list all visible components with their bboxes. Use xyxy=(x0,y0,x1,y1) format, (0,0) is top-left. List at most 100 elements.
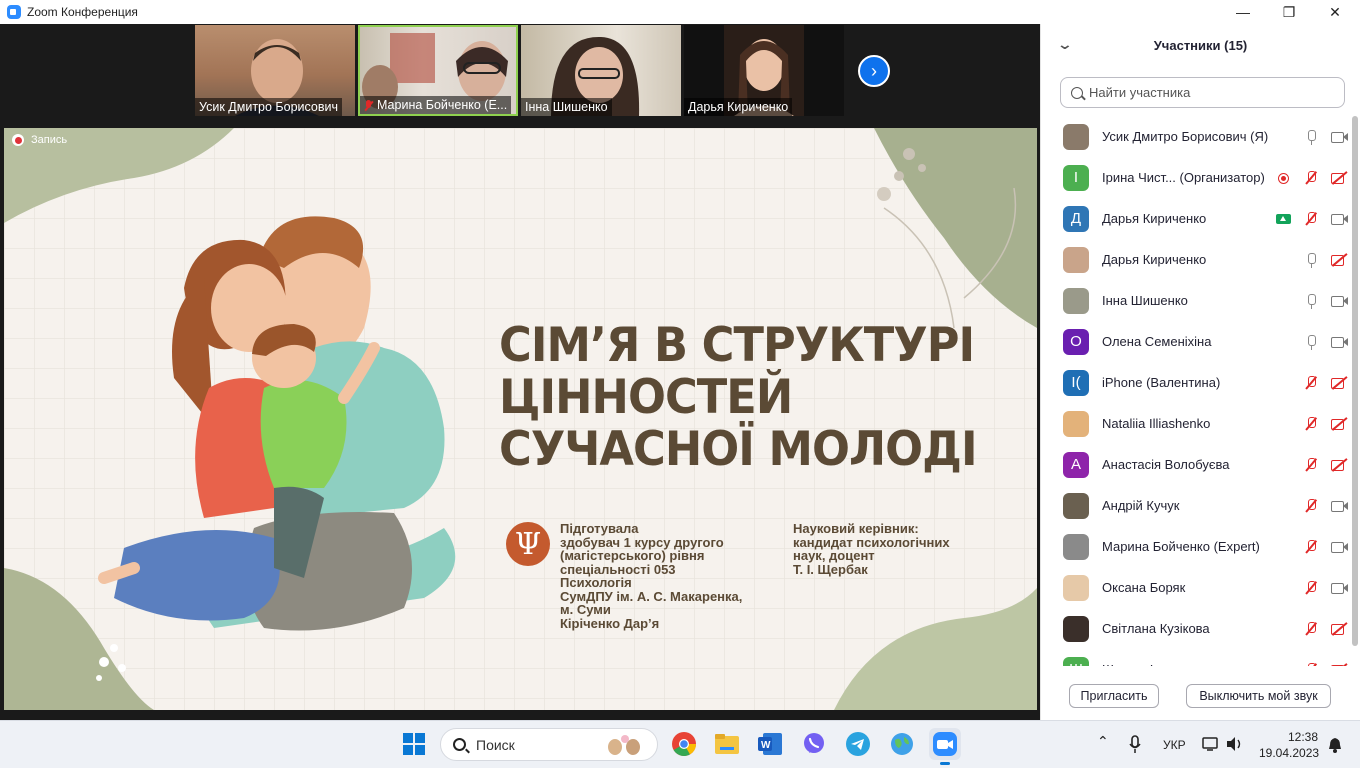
chrome-app[interactable] xyxy=(668,728,700,760)
participant-name: Марина Бойченко (Expert) xyxy=(1102,539,1260,554)
video-off-icon xyxy=(1327,455,1351,475)
tray-overflow-icon[interactable]: ⌃ xyxy=(1097,733,1109,750)
start-button[interactable] xyxy=(398,728,430,760)
slide-title-line: СІМ’Я В СТРУКТУРІ xyxy=(499,318,975,373)
close-button[interactable]: ✕ xyxy=(1312,0,1358,24)
participant-row[interactable]: Д Дарья Кириченко xyxy=(1041,198,1351,239)
participant-status xyxy=(1295,444,1351,485)
thumbnail-name-text: Марина Бойченко (Е... xyxy=(377,98,508,112)
participant-search[interactable] xyxy=(1060,77,1345,108)
participant-avatar: О xyxy=(1063,328,1089,355)
prepared-line: здобувач 1 курсу другого xyxy=(560,534,724,550)
participant-name: Дарья Кириченко xyxy=(1102,252,1207,267)
clock-date[interactable]: 19.04.2023 xyxy=(1259,746,1319,760)
video-icon xyxy=(1327,332,1351,352)
mic-icon xyxy=(1299,291,1323,311)
participant-row[interactable]: О Олена Семеніхіна xyxy=(1041,321,1351,362)
clock-time[interactable]: 12:38 xyxy=(1288,730,1318,744)
participant-search-input[interactable] xyxy=(1089,85,1329,100)
taskbar-search[interactable]: Поиск xyxy=(440,728,658,761)
participant-row[interactable]: Марина Бойченко (Expert) xyxy=(1041,526,1351,567)
video-off-icon xyxy=(1327,373,1351,393)
meeting-stage: Усик Дмитро Борисович Марина Бойченко (Е… xyxy=(0,24,1040,720)
participant-status xyxy=(1295,280,1351,321)
thumbnail-name-text: Інна Шишенко xyxy=(525,100,608,114)
mic-muted-icon xyxy=(1299,455,1323,475)
participant-name: Андрій Кучук xyxy=(1102,498,1180,513)
video-icon xyxy=(1327,209,1351,229)
participant-avatar xyxy=(1063,410,1089,437)
participant-row[interactable]: Дарья Кириченко xyxy=(1041,239,1351,280)
word-app[interactable]: W xyxy=(754,728,786,760)
participant-row[interactable]: Андрій Кучук xyxy=(1041,485,1351,526)
participant-name: Шульга Ілля xyxy=(1102,662,1176,666)
participant-avatar xyxy=(1063,492,1089,519)
participant-name: Ірина Чист... (Организатор) xyxy=(1102,170,1265,185)
participant-avatar: Ш xyxy=(1063,656,1089,666)
search-icon xyxy=(1071,86,1083,99)
participants-scrollbar[interactable] xyxy=(1352,116,1358,646)
mic-muted-icon xyxy=(1299,414,1323,434)
volume-icon[interactable] xyxy=(1226,736,1244,752)
minimize-button[interactable]: — xyxy=(1220,0,1266,24)
screen-share-icon xyxy=(1271,209,1295,229)
thumbnail-name: Марина Бойченко (Е... xyxy=(360,96,512,114)
recording-icon xyxy=(1271,168,1295,188)
slide-prepared-by: Підготувала здобувач 1 курсу другого (ма… xyxy=(560,522,742,630)
video-thumbnail-active[interactable]: Марина Бойченко (Е... xyxy=(358,25,518,116)
mute-self-button[interactable]: Выключить мой звук xyxy=(1186,684,1331,708)
maps-app[interactable] xyxy=(886,728,918,760)
zoom-icon xyxy=(933,732,957,756)
window-titlebar: Zoom Конференция — ❐ ✕ xyxy=(0,0,1360,24)
participant-row[interactable]: Оксана Боряк xyxy=(1041,567,1351,608)
participants-title: Участники (15) xyxy=(1153,37,1248,53)
next-page-button[interactable]: › xyxy=(858,55,890,87)
video-thumbnail[interactable]: Дарья Кириченко xyxy=(684,25,844,116)
mic-icon xyxy=(1299,127,1323,147)
participant-status xyxy=(1295,608,1351,649)
slide-title-line: ЦІННОСТЕЙ xyxy=(499,370,793,425)
participant-name: iPhone (Валентина) xyxy=(1102,375,1221,390)
mic-muted-icon xyxy=(1299,168,1323,188)
participant-row[interactable]: І Ірина Чист... (Организатор) xyxy=(1041,157,1351,198)
video-off-icon xyxy=(1327,619,1351,639)
prepared-line: Підготувала xyxy=(560,521,639,536)
participant-status xyxy=(1267,157,1351,198)
language-indicator[interactable]: УКР xyxy=(1163,738,1186,752)
viber-app[interactable] xyxy=(798,728,830,760)
psychology-logo-icon: Ψ xyxy=(506,522,550,566)
video-icon xyxy=(1327,578,1351,598)
zoom-logo-icon xyxy=(7,5,21,19)
video-thumbnail[interactable]: Усик Дмитро Борисович xyxy=(195,25,355,116)
participant-status xyxy=(1295,116,1351,157)
participant-row[interactable]: Інна Шишенко xyxy=(1041,280,1351,321)
participant-avatar xyxy=(1063,123,1089,150)
video-thumbnail[interactable]: Інна Шишенко xyxy=(521,25,681,116)
mic-muted-icon xyxy=(1299,578,1323,598)
folder-icon xyxy=(715,734,739,754)
svg-text:W: W xyxy=(761,740,771,751)
participant-status xyxy=(1295,526,1351,567)
collapse-chevron-icon[interactable]: ⌄ xyxy=(1057,36,1073,53)
participant-row[interactable]: Світлана Кузікова xyxy=(1041,608,1351,649)
recording-indicator: Запись xyxy=(12,134,67,146)
participant-row[interactable]: Ш Шульга Ілля xyxy=(1041,649,1351,666)
notification-icon[interactable] xyxy=(1327,737,1343,753)
telegram-app[interactable] xyxy=(842,728,874,760)
shared-screen-slide: Запись СІМ’Я В СТРУКТУРІ ЦІННОСТЕЙ СУЧАС… xyxy=(4,128,1037,710)
maximize-button[interactable]: ❐ xyxy=(1266,0,1312,24)
invite-button[interactable]: Пригласить xyxy=(1069,684,1159,708)
participant-row[interactable]: Усик Дмитро Борисович (Я) xyxy=(1041,116,1351,157)
network-icon[interactable] xyxy=(1202,736,1220,752)
participant-row[interactable]: А Анастасія Волобуєва xyxy=(1041,444,1351,485)
zoom-app[interactable] xyxy=(929,728,961,765)
participant-row[interactable]: I(iPhone (Валентина) xyxy=(1041,362,1351,403)
participant-avatar xyxy=(1063,574,1089,601)
participants-list: Усик Дмитро Борисович (Я) І Ірина Чист... … xyxy=(1041,116,1351,666)
file-explorer-app[interactable] xyxy=(711,728,743,760)
prepared-line: Психологія xyxy=(560,575,632,590)
mic-muted-icon xyxy=(1299,496,1323,516)
participant-row[interactable]: Nataliia Illiashenko xyxy=(1041,403,1351,444)
microphone-tray-icon[interactable] xyxy=(1128,735,1142,755)
mic-muted-icon xyxy=(1299,209,1323,229)
